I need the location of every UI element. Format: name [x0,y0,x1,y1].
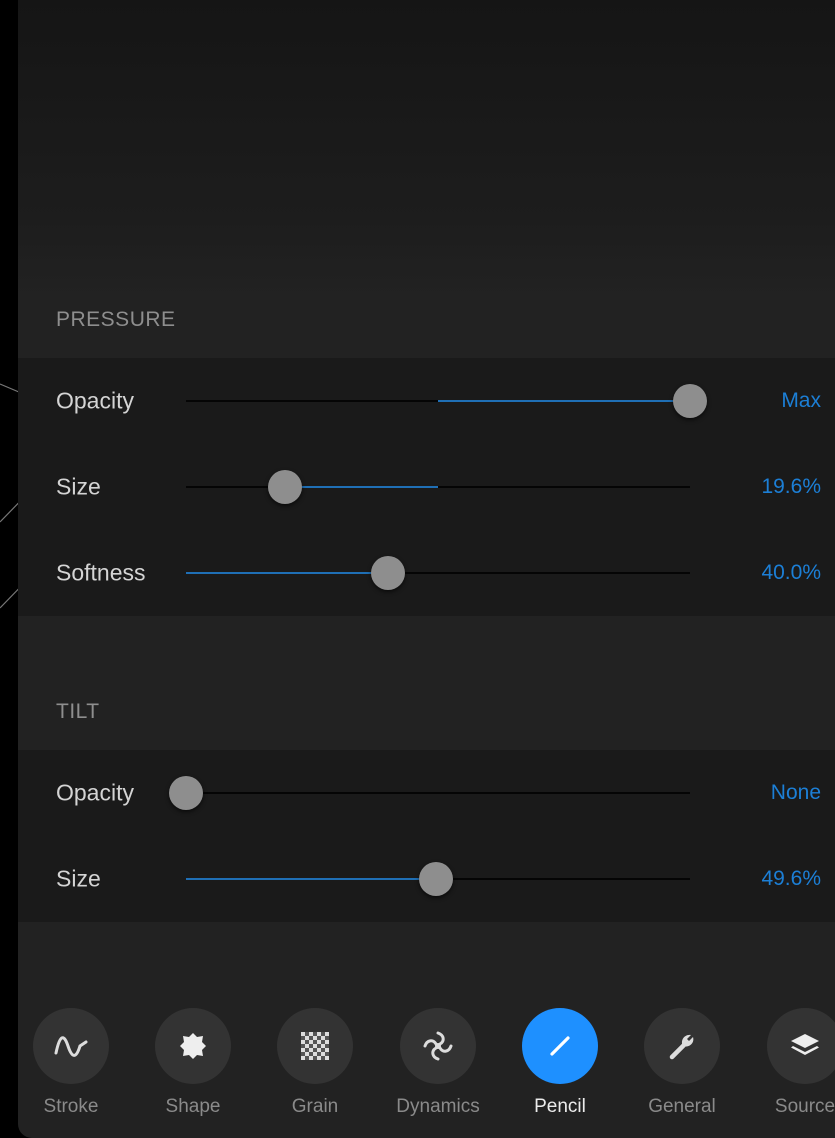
tab-source-label: Source [774,1096,835,1117]
pressure-size-value: 19.6% [761,475,821,498]
tab-general-label: General [648,1096,716,1117]
wrench-icon [644,1008,720,1084]
stroke-wave-icon [33,1008,109,1084]
tilt-size-value: 49.6% [761,867,821,890]
tilt-opacity-label: Opacity [56,779,134,806]
slider-thumb[interactable] [370,556,405,590]
tab-grain-label: Grain [291,1096,339,1117]
brush-category-tabbar: Stroke Shape Grain Dynamics Pencil Gener… [0,1008,835,1138]
pressure-softness-value: 40.0% [761,561,821,584]
grain-checker-icon [277,1008,353,1084]
dynamics-swirl-icon [400,1008,476,1084]
slider-fill [284,486,438,488]
tilt-opacity-slider[interactable] [169,776,690,810]
pressure-opacity-slider[interactable] [186,384,707,418]
pressure-header: PRESSURE [56,308,176,331]
slider-fill [186,572,388,574]
tilt-size-label: Size [56,865,101,892]
tab-pencil[interactable]: Pencil [505,1008,615,1118]
tilt-header: TILT [56,700,100,723]
pressure-size-row: Size 19.6% [18,444,835,530]
tab-pencil-label: Pencil [534,1096,586,1117]
tilt-size-slider[interactable] [186,862,690,896]
pencil-icon [522,1008,598,1084]
slider-thumb[interactable] [267,470,302,504]
tab-dynamics-label: Dynamics [396,1096,480,1117]
tilt-opacity-row: Opacity None [18,750,835,836]
tilt-opacity-value: None [770,781,821,804]
pressure-opacity-label: Opacity [56,387,134,414]
pressure-size-slider[interactable] [186,470,690,504]
tab-general[interactable]: General [627,1008,737,1118]
pressure-softness-label: Softness [56,559,146,586]
tab-source[interactable]: Source [750,1008,835,1118]
tab-stroke-label: Stroke [43,1096,99,1117]
pressure-opacity-row: Opacity Max [18,358,835,444]
tab-dynamics[interactable]: Dynamics [383,1008,493,1118]
pressure-opacity-value: Max [781,389,821,412]
layers-icon [767,1008,835,1084]
pressure-size-label: Size [56,473,101,500]
slider-thumb[interactable] [169,776,203,810]
tab-stroke[interactable]: Stroke [16,1008,126,1118]
pressure-softness-slider[interactable] [186,556,690,590]
slider-thumb[interactable] [418,862,453,896]
pressure-softness-row: Softness 40.0% [18,530,835,616]
tilt-size-row: Size 49.6% [18,836,835,922]
slider-thumb[interactable] [673,384,707,418]
slider-fill [186,878,436,880]
shape-blob-icon [155,1008,231,1084]
slider-fill [438,400,690,402]
tab-shape[interactable]: Shape [138,1008,248,1118]
tab-shape-label: Shape [165,1096,221,1117]
tab-grain[interactable]: Grain [260,1008,370,1118]
